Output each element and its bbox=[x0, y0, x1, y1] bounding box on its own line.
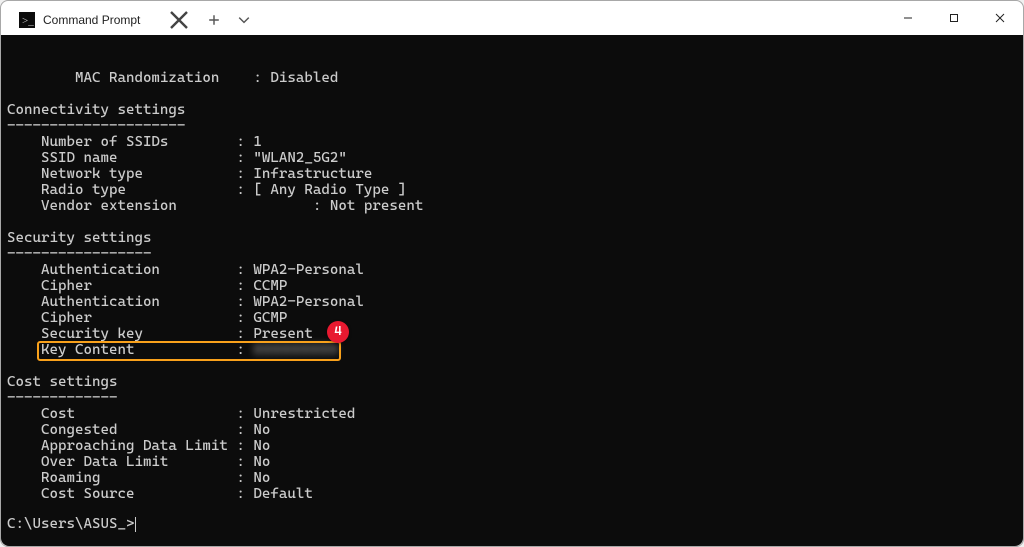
output-row: Network type : Infrastructure bbox=[7, 167, 1017, 183]
output-row: Over Data Limit : No bbox=[7, 455, 1017, 471]
chevron-down-icon bbox=[238, 14, 250, 26]
output-row: Cost Source : Default bbox=[7, 487, 1017, 503]
output-row: Radio type : [ Any Radio Type ] bbox=[7, 183, 1017, 199]
window-controls bbox=[885, 1, 1023, 35]
section-divider: --------------------- bbox=[7, 119, 1017, 135]
output-row: SSID name : "WLAN2_5G2" bbox=[7, 151, 1017, 167]
section-title: Connectivity settings bbox=[7, 103, 1017, 119]
titlebar: >_ Command Prompt bbox=[1, 1, 1023, 35]
section-title: Cost settings bbox=[7, 375, 1017, 391]
step-badge: 4 bbox=[327, 321, 349, 343]
tab-title: Command Prompt bbox=[43, 13, 140, 27]
blank-line bbox=[7, 359, 1017, 375]
row-value: XXXXXXXXX bbox=[253, 342, 338, 358]
cursor bbox=[135, 517, 136, 532]
close-icon bbox=[995, 13, 1005, 23]
row-key: Key Content bbox=[7, 342, 228, 358]
maximize-icon bbox=[949, 13, 959, 23]
blank-line bbox=[7, 215, 1017, 231]
new-tab-button[interactable] bbox=[199, 5, 229, 35]
output-row: MAC Randomization : Disabled bbox=[7, 71, 1017, 87]
minimize-button[interactable] bbox=[885, 1, 931, 35]
close-button[interactable] bbox=[977, 1, 1023, 35]
svg-text:>_: >_ bbox=[22, 15, 34, 27]
minimize-icon bbox=[903, 13, 913, 23]
titlebar-drag-area[interactable] bbox=[259, 1, 885, 35]
output-row: Vendor extension : Not present bbox=[7, 199, 1017, 215]
output-row: Number of SSIDs : 1 bbox=[7, 135, 1017, 151]
maximize-button[interactable] bbox=[931, 1, 977, 35]
section-divider: ----------------- bbox=[7, 247, 1017, 263]
section-title: Security settings bbox=[7, 231, 1017, 247]
output-row: Key Content : XXXXXXXXX bbox=[7, 343, 1017, 359]
tab-close-button[interactable] bbox=[169, 10, 189, 30]
output-row: Cipher : GCMP bbox=[7, 311, 1017, 327]
output-row: Roaming : No bbox=[7, 471, 1017, 487]
section-divider: ------------- bbox=[7, 391, 1017, 407]
output-row: Cipher : CCMP bbox=[7, 279, 1017, 295]
prompt-line[interactable]: C:\Users\ASUS_> bbox=[7, 517, 1017, 533]
tab-command-prompt[interactable]: >_ Command Prompt bbox=[9, 5, 199, 35]
output-row: Cost : Unrestricted bbox=[7, 407, 1017, 423]
output-row: Authentication : WPA2-Personal bbox=[7, 263, 1017, 279]
tab-dropdown-button[interactable] bbox=[229, 5, 259, 35]
row-separator: : bbox=[228, 342, 254, 358]
prompt-text: C:\Users\ASUS_> bbox=[7, 517, 134, 533]
output-row: Security key : Present bbox=[7, 327, 1017, 343]
terminal-output[interactable]: MAC Randomization : Disabled Connectivit… bbox=[1, 35, 1023, 546]
output-row: Approaching Data Limit : No bbox=[7, 439, 1017, 455]
plus-icon bbox=[208, 14, 220, 26]
output-row: Congested : No bbox=[7, 423, 1017, 439]
output-row: Authentication : WPA2-Personal bbox=[7, 295, 1017, 311]
terminal-icon: >_ bbox=[19, 12, 35, 28]
blank-line bbox=[7, 87, 1017, 103]
close-icon bbox=[169, 10, 189, 30]
tabs-area: >_ Command Prompt bbox=[1, 1, 259, 35]
